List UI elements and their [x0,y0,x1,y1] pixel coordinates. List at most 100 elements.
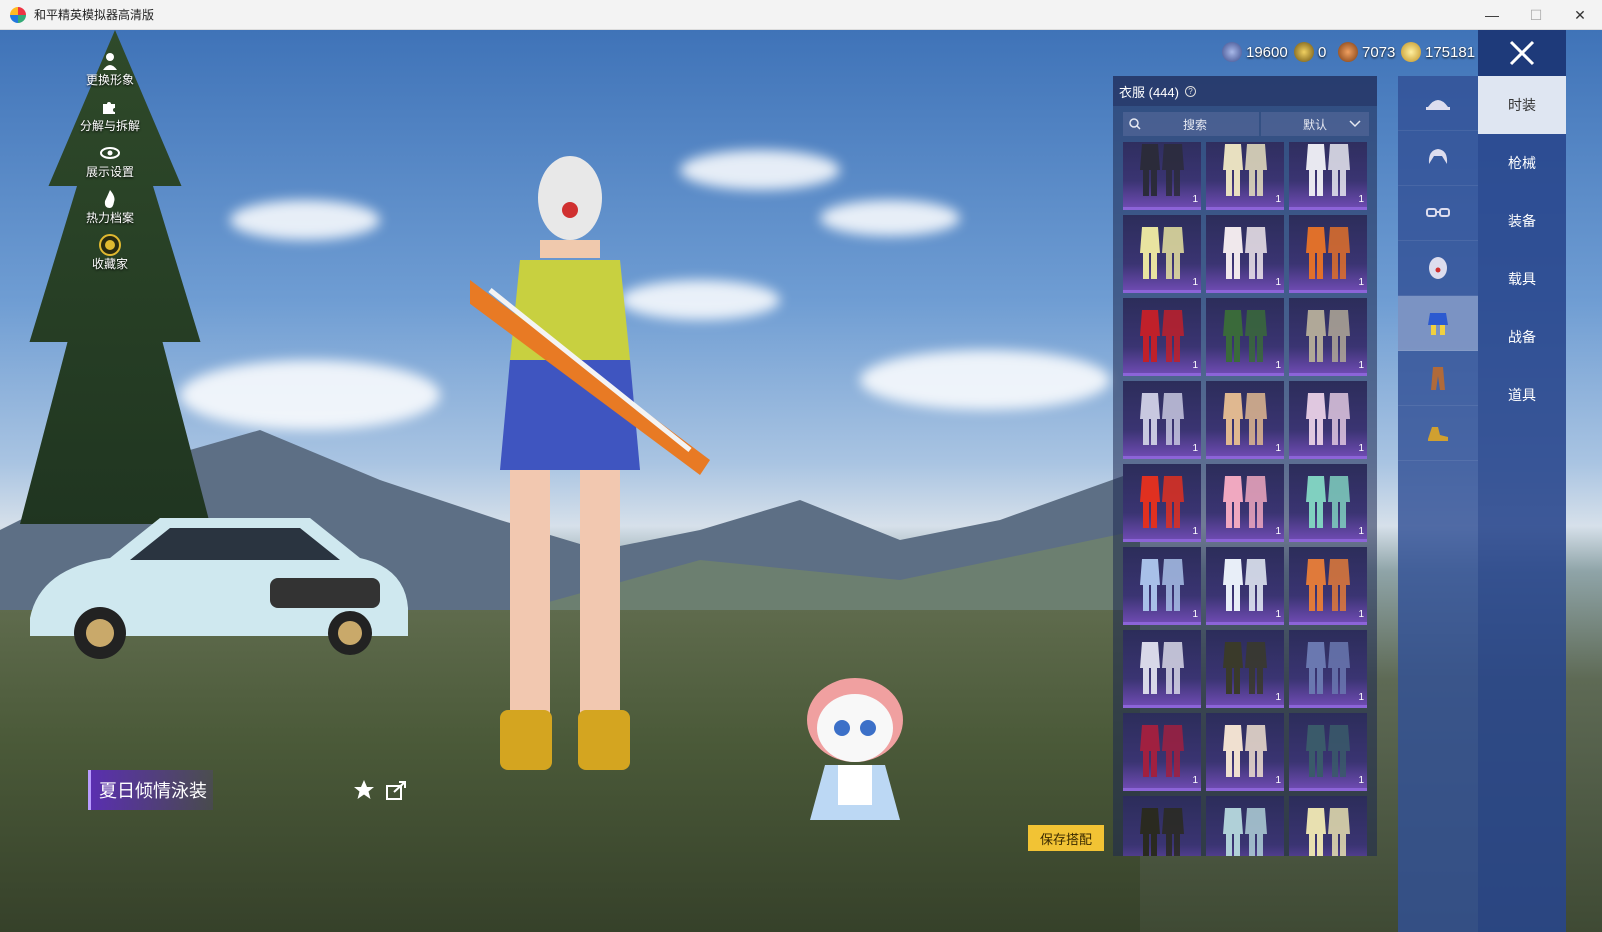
search-input[interactable]: 搜索 [1123,112,1259,136]
outfit-thumbnail [1140,310,1184,362]
chevron-down-icon [1349,120,1361,128]
outfit-item[interactable]: 1 [1289,464,1367,542]
menu-change-look[interactable]: 更换形象 [78,42,142,88]
item-quantity: 1 [1275,194,1281,205]
outfit-thumbnail [1140,227,1184,279]
share-icon[interactable] [384,778,408,802]
outfit-item[interactable]: 1 [1123,796,1201,856]
outfit-item[interactable]: 1 [1289,142,1367,210]
maximize-button[interactable]: ☐ [1514,0,1558,30]
item-quantity: 1 [1358,194,1364,205]
gold-token-icon [1294,42,1314,62]
menu-disassemble[interactable]: 分解与拆解 [78,88,142,134]
category-tab[interactable]: 战备 [1478,308,1566,366]
category-tab[interactable]: 枪械 [1478,134,1566,192]
item-quantity: 1 [1275,775,1281,786]
sort-dropdown[interactable]: 默认 [1261,112,1369,136]
pet-companion [807,678,903,820]
outfit-item[interactable]: 1 [1206,630,1284,708]
favorite-star-icon[interactable] [352,778,376,802]
outfit-thumbnail [1306,476,1350,528]
outfit-item[interactable]: 1 [1289,713,1367,791]
outfit-item[interactable]: 1 [1206,464,1284,542]
item-grid: 11111111111111111111111111 [1123,142,1369,856]
subcategory-outfit[interactable] [1398,296,1478,351]
cloud [860,350,1110,410]
outfit-item[interactable]: 1 [1206,215,1284,293]
vehicle-car [30,518,408,659]
outfit-icon [1428,313,1448,335]
outfit-item[interactable]: 1 [1289,215,1367,293]
item-quantity: 1 [1192,194,1198,205]
item-quantity: 1 [1192,360,1198,371]
help-icon[interactable]: ? [1184,85,1196,97]
outfit-item[interactable]: 1 [1206,796,1284,856]
menu-display[interactable]: 展示设置 [78,134,142,180]
eye-icon [99,143,121,163]
subcategory-glasses[interactable] [1398,186,1478,241]
outfit-item[interactable] [1123,630,1201,708]
outfit-name: 夏日倾情泳装 [88,770,213,810]
outfit-thumbnail [1306,559,1350,611]
subcategory-shoes[interactable] [1398,406,1478,461]
menu-label: 热力档案 [85,211,134,225]
close-window-button[interactable]: ✕ [1558,0,1602,30]
outfit-item[interactable]: 1 [1289,796,1367,856]
search-row: 搜索 默认 [1123,112,1377,136]
item-quantity: 1 [1275,526,1281,537]
category-tab[interactable]: 时装 [1478,76,1566,134]
outfit-item[interactable]: 1 [1123,381,1201,459]
shoes-icon [1428,427,1448,441]
outfit-item[interactable]: 1 [1206,713,1284,791]
outfit-item[interactable]: 1 [1123,547,1201,625]
outfit-item[interactable]: 1 [1123,298,1201,376]
currency-silver: 19600 [1222,40,1288,64]
item-quantity: 1 [1192,775,1198,786]
menu-collector[interactable]: 收藏家 [78,226,142,272]
outfit-item[interactable]: 1 [1289,381,1367,459]
item-quantity: 1 [1192,609,1198,620]
subcategory-hair[interactable] [1398,131,1478,186]
character-model [470,156,710,770]
subcategory-pants[interactable] [1398,351,1478,406]
category-tab[interactable]: 载具 [1478,250,1566,308]
outfit-thumbnail [1223,476,1267,528]
subcategory-hat[interactable] [1398,76,1478,131]
outfit-item[interactable]: 1 [1123,713,1201,791]
glasses-icon [1426,208,1450,217]
subcategory-mask[interactable] [1398,241,1478,296]
outfit-item[interactable]: 1 [1123,215,1201,293]
close-panel-button[interactable] [1478,30,1566,76]
outfit-thumbnail [1140,725,1184,777]
outfit-thumbnail [1306,310,1350,362]
outfit-item[interactable]: 1 [1123,142,1201,210]
save-outfit-button[interactable]: 保存搭配 [1028,825,1104,851]
item-quantity: 1 [1192,443,1198,454]
outfit-item[interactable]: 1 [1289,298,1367,376]
minimize-button[interactable]: — [1470,0,1514,30]
item-quantity: 1 [1358,277,1364,288]
currency-value: 19600 [1246,43,1288,61]
outfit-item[interactable]: 1 [1123,464,1201,542]
currency-bronze: 7073 [1338,40,1395,64]
menu-heat[interactable]: 热力档案 [78,180,142,226]
outfit-item[interactable]: 1 [1206,381,1284,459]
outfit-item[interactable]: 1 [1206,298,1284,376]
menu-label: 展示设置 [85,165,134,179]
category-tab[interactable]: 装备 [1478,192,1566,250]
outfit-item[interactable]: 1 [1206,547,1284,625]
outfit-thumbnail [1306,642,1350,694]
mask-icon [1429,257,1447,279]
outfit-item[interactable]: 1 [1206,142,1284,210]
category-column: 时装 枪械 装备 载具 战备 道具 [1478,76,1566,932]
cloud [820,200,960,236]
person-icon [99,51,121,71]
outfit-thumbnail [1223,144,1267,196]
outfit-thumbnail [1306,808,1350,856]
category-tab[interactable]: 道具 [1478,366,1566,424]
item-quantity: 1 [1358,609,1364,620]
outfit-thumbnail [1223,642,1267,694]
title-bar: 和平精英模拟器高清版 — ☐ ✕ [0,0,1602,30]
outfit-item[interactable]: 1 [1289,547,1367,625]
outfit-item[interactable]: 1 [1289,630,1367,708]
